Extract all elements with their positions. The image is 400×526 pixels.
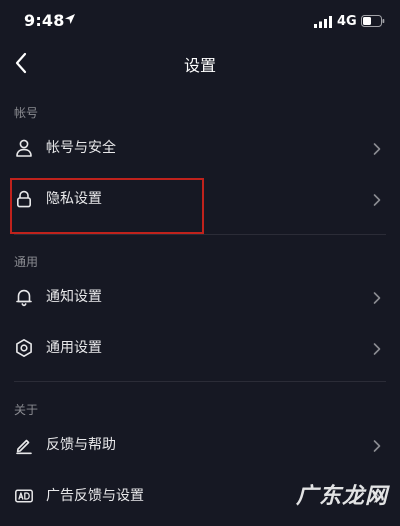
navigation-bar: 设置 [0, 44, 400, 84]
settings-item-label: 广告反馈与设置 [46, 488, 144, 504]
settings-item-account-security[interactable]: 帐号与安全 [0, 125, 400, 173]
settings-item-label: 反馈与帮助 [46, 437, 116, 453]
section-header-account: 帐号 [14, 106, 39, 120]
status-time: 9:48 [24, 11, 65, 30]
watermark-text: 广东龙网 [296, 483, 389, 509]
section-divider [14, 234, 386, 235]
bell-icon [16, 289, 32, 307]
gear-icon [16, 339, 32, 357]
ad-icon [15, 489, 33, 503]
pencil-icon [16, 439, 32, 455]
lock-icon [16, 190, 31, 208]
settings-item-feedback-help[interactable]: 反馈与帮助 [0, 422, 400, 470]
section-header-about: 关于 [14, 403, 39, 417]
signal-strength-icon [314, 16, 332, 28]
location-arrow-icon [65, 14, 75, 24]
settings-item-label: 通知设置 [46, 289, 102, 305]
page-title: 设置 [183, 56, 216, 75]
person-icon [16, 139, 32, 157]
status-bar: 9:48 4G [0, 0, 400, 44]
chevron-right-icon [373, 143, 381, 155]
section-divider [14, 381, 386, 382]
chevron-right-icon [373, 343, 381, 355]
chevron-right-icon [373, 440, 381, 452]
settings-item-label: 隐私设置 [46, 191, 102, 207]
settings-item-general[interactable]: 通用设置 [0, 325, 400, 373]
section-header-general: 通用 [14, 255, 39, 269]
network-type: 4G [337, 14, 357, 29]
settings-item-notifications[interactable]: 通知设置 [0, 274, 400, 322]
settings-item-label: 帐号与安全 [46, 140, 116, 156]
settings-item-privacy[interactable]: 隐私设置 [0, 176, 400, 224]
chevron-right-icon [373, 194, 381, 206]
battery-icon [361, 15, 385, 27]
settings-item-label: 通用设置 [46, 340, 102, 356]
chevron-right-icon [373, 292, 381, 304]
